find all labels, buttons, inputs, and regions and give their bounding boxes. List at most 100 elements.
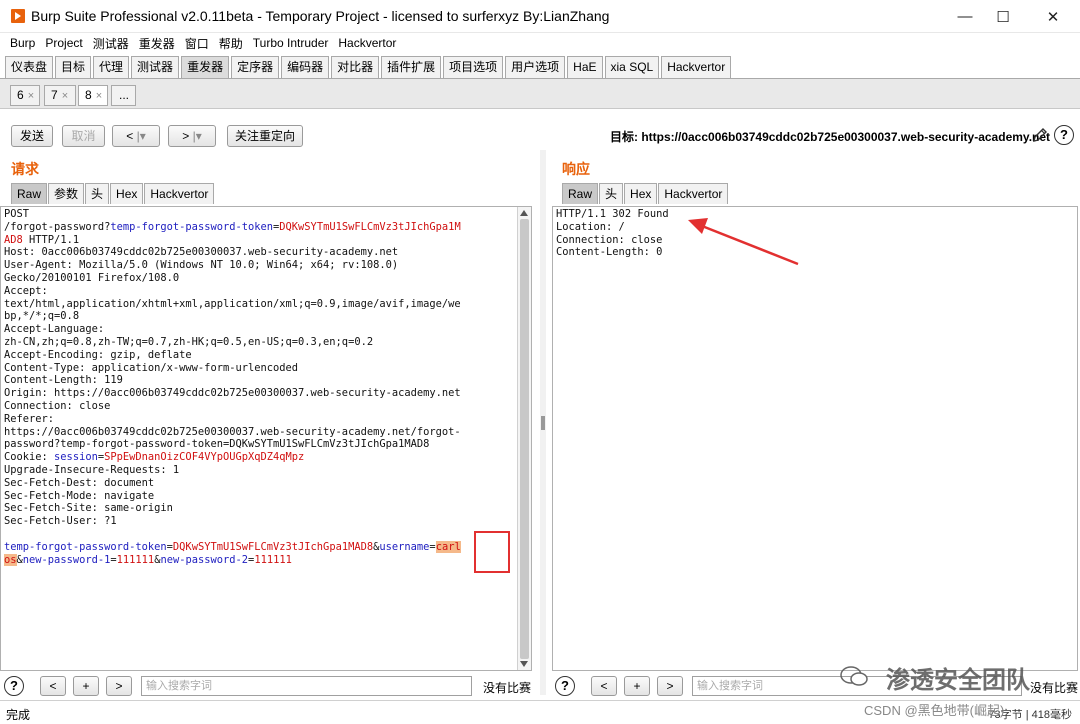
response-tabs: Raw 头 Hex Hackvertor xyxy=(562,183,729,204)
response-search-next[interactable]: > xyxy=(657,676,683,696)
request-tab-hex[interactable]: Hex xyxy=(110,183,144,204)
request-tab-hackvertor[interactable]: Hackvertor xyxy=(144,183,215,204)
subtab-8[interactable]: 8 × xyxy=(78,85,108,106)
request-line: /forgot-password?temp-forgot-password-to… xyxy=(4,220,461,233)
response-title: 响应 xyxy=(562,161,590,177)
request-line: os&new-password-1=111111&new-password-2=… xyxy=(4,553,292,566)
target-info: 目标: https://0acc006b03749cddc02b725e0030… xyxy=(610,128,1050,145)
request-line: Referer: xyxy=(4,412,55,425)
response-tab-headers[interactable]: 头 xyxy=(599,183,624,204)
response-line: Location: / xyxy=(556,220,625,233)
help-icon[interactable]: ? xyxy=(1054,125,1074,145)
target-url: https://0acc006b03749cddc02b725e00300037… xyxy=(641,130,1051,144)
request-line: password?temp-forgot-password-token=DQKw… xyxy=(4,438,430,451)
close-button[interactable]: ✕ xyxy=(1030,0,1076,33)
request-search-add[interactable]: + xyxy=(73,676,99,696)
request-line: Host: 0acc006b03749cddc02b725e00300037.w… xyxy=(4,246,399,259)
follow-redirect-button[interactable]: 关注重定向 xyxy=(227,125,303,147)
pencil-icon[interactable] xyxy=(1031,126,1049,144)
back-button[interactable]: < |▾ xyxy=(112,125,160,147)
menu-repeater[interactable]: 重发器 xyxy=(139,35,175,52)
splitter-handle[interactable] xyxy=(541,416,545,430)
tab-comparer[interactable]: 对比器 xyxy=(331,56,380,78)
request-search-next[interactable]: > xyxy=(106,676,132,696)
menu-hackvertor[interactable]: Hackvertor xyxy=(338,36,396,50)
request-search-prev[interactable]: < xyxy=(40,676,66,696)
response-tab-hackvertor[interactable]: Hackvertor xyxy=(658,183,729,204)
request-line: text/html,application/xhtml+xml,applicat… xyxy=(4,297,461,310)
close-icon[interactable]: × xyxy=(62,90,68,102)
scroll-thumb[interactable] xyxy=(520,219,529,659)
request-line: POST xyxy=(4,208,30,220)
username-highlight-box xyxy=(474,531,510,573)
subtab-new[interactable]: ... xyxy=(111,85,136,106)
chevron-down-icon: |▾ xyxy=(136,129,146,143)
request-line: Sec-Fetch-Mode: navigate xyxy=(4,489,155,502)
forward-button[interactable]: > |▾ xyxy=(168,125,216,147)
cancel-button[interactable]: 取消 xyxy=(62,125,105,147)
request-line: Accept-Language: xyxy=(4,323,105,336)
menu-turbo-intruder[interactable]: Turbo Intruder xyxy=(253,36,329,50)
title-bar: Burp Suite Professional v2.0.11beta - Te… xyxy=(0,0,1080,33)
close-icon[interactable]: × xyxy=(96,90,102,102)
request-line: Accept: xyxy=(4,284,48,297)
request-line: temp-forgot-password-token=DQKwSYTmU1SwF… xyxy=(4,540,461,553)
window-title: Burp Suite Professional v2.0.11beta - Te… xyxy=(31,8,610,24)
request-search-input[interactable]: 输入搜索字词 xyxy=(141,676,472,696)
request-scrollbar[interactable] xyxy=(517,207,531,670)
tab-intruder[interactable]: 测试器 xyxy=(131,56,180,78)
request-line: Gecko/20100101 Firefox/108.0 xyxy=(4,271,180,284)
main-tabs: 仪表盘 目标 代理 测试器 重发器 定序器 编码器 对比器 插件扩展 项目选项 … xyxy=(5,56,733,78)
csdn-credit: CSDN @黑色地带(崛起) xyxy=(864,703,1005,718)
request-line: Connection: close xyxy=(4,399,111,412)
tab-decoder[interactable]: 编码器 xyxy=(281,56,330,78)
request-line: zh-CN,zh;q=0.8,zh-TW;q=0.7,zh-HK;q=0.5,e… xyxy=(4,335,374,348)
response-search-add[interactable]: + xyxy=(624,676,650,696)
close-icon[interactable]: × xyxy=(28,90,34,102)
tab-proxy[interactable]: 代理 xyxy=(93,56,130,78)
menu-window[interactable]: 窗口 xyxy=(185,35,209,52)
response-tab-raw[interactable]: Raw xyxy=(562,183,599,204)
request-line: Sec-Fetch-User: ?1 xyxy=(4,515,117,528)
menu-burp[interactable]: Burp xyxy=(10,36,35,50)
tab-hae[interactable]: HaE xyxy=(567,56,603,78)
tab-project-options[interactable]: 项目选项 xyxy=(443,56,504,78)
menu-help[interactable]: 帮助 xyxy=(219,35,243,52)
request-line: Content-Type: application/x-www-form-url… xyxy=(4,361,299,374)
request-editor[interactable]: POST/forgot-password?temp-forgot-passwor… xyxy=(0,206,532,671)
request-tab-raw[interactable]: Raw xyxy=(11,183,48,204)
tab-xia-sql[interactable]: xia SQL xyxy=(604,56,660,78)
response-help-icon[interactable]: ? xyxy=(555,676,575,696)
menu-intruder[interactable]: 测试器 xyxy=(93,35,129,52)
response-line: Connection: close xyxy=(556,233,663,246)
subtab-7[interactable]: 7 × xyxy=(44,85,76,106)
response-line: Content-Length: 0 xyxy=(556,246,663,259)
tab-extender[interactable]: 插件扩展 xyxy=(381,56,442,78)
response-search-prev[interactable]: < xyxy=(591,676,617,696)
maximize-button[interactable]: ☐ xyxy=(980,0,1026,33)
menu-project[interactable]: Project xyxy=(45,36,82,50)
watermark-text: 渗透安全团队 xyxy=(886,667,1030,694)
response-match-count: 没有比赛 xyxy=(1030,681,1079,695)
tab-sequencer[interactable]: 定序器 xyxy=(231,56,280,78)
tab-dashboard[interactable]: 仪表盘 xyxy=(5,56,54,78)
target-label: 目标: xyxy=(610,130,638,144)
request-tab-params[interactable]: 参数 xyxy=(48,183,85,204)
request-help-icon[interactable]: ? xyxy=(4,676,24,696)
scroll-up-icon[interactable] xyxy=(520,210,528,216)
tab-target[interactable]: 目标 xyxy=(55,56,92,78)
menu-bar: Burp Project 测试器 重发器 窗口 帮助 Turbo Intrude… xyxy=(0,33,1080,53)
request-line: User-Agent: Mozilla/5.0 (Windows NT 10.0… xyxy=(4,259,399,272)
request-match-count: 没有比赛 xyxy=(483,681,532,695)
request-line: Sec-Fetch-Dest: document xyxy=(4,476,155,489)
response-tab-hex[interactable]: Hex xyxy=(624,183,658,204)
scroll-down-icon[interactable] xyxy=(520,661,528,667)
response-editor[interactable]: HTTP/1.1 302 Found Location: / Connection:… xyxy=(552,206,1078,671)
tab-hackvertor[interactable]: Hackvertor xyxy=(661,56,732,78)
send-button[interactable]: 发送 xyxy=(11,125,53,147)
subtab-6[interactable]: 6 × xyxy=(10,85,40,106)
tab-repeater[interactable]: 重发器 xyxy=(181,56,230,78)
request-line: Accept-Encoding: gzip, deflate xyxy=(4,348,192,361)
tab-user-options[interactable]: 用户选项 xyxy=(505,56,566,78)
request-tab-headers[interactable]: 头 xyxy=(85,183,110,204)
